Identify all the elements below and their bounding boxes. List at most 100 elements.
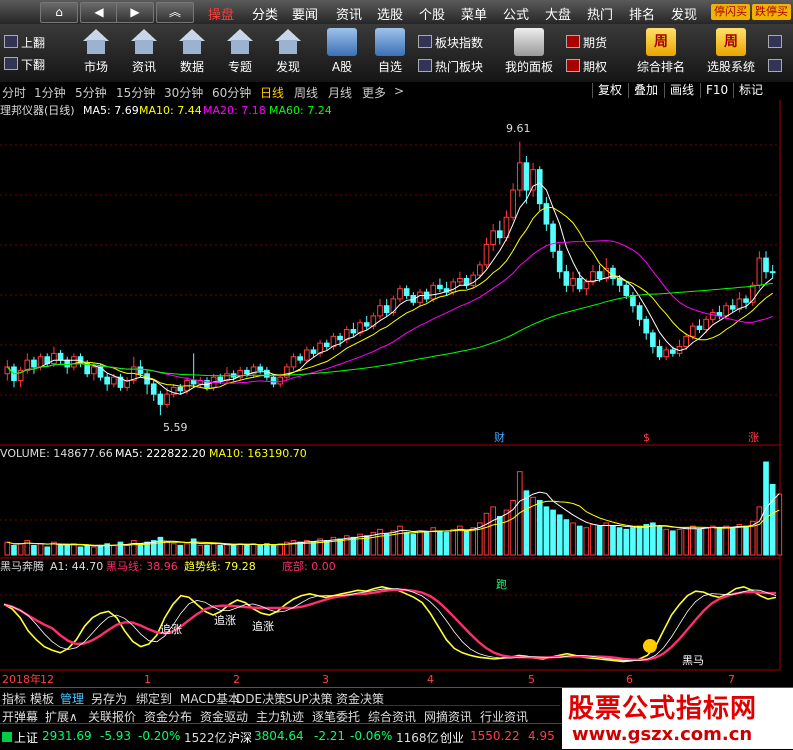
tool-discover[interactable]: 发现 bbox=[264, 26, 312, 80]
candle-body bbox=[110, 376, 117, 385]
board-icon bbox=[418, 35, 432, 48]
top-menubar: ⌂ ◀ ▶ ︽ 操盘 分类 要闻 资讯 选股 个股 菜单 公式 大盘 热门 排名… bbox=[0, 0, 793, 25]
volume-bar bbox=[723, 525, 729, 556]
hs-index-change: -2.21 bbox=[314, 729, 346, 743]
candle-body bbox=[363, 322, 370, 327]
hs-index-name[interactable]: 沪深 bbox=[228, 729, 252, 746]
volume-bar bbox=[157, 536, 164, 556]
sh-index-name[interactable]: 上证 bbox=[14, 729, 38, 746]
volume-bar bbox=[463, 530, 470, 556]
tab-biaoji[interactable]: 标记 bbox=[733, 83, 768, 98]
candle-body bbox=[403, 288, 410, 297]
period-30min[interactable]: 30分钟 bbox=[164, 84, 203, 101]
menu-paiming[interactable]: 排名 bbox=[629, 4, 655, 23]
menu-remen[interactable]: 热门 bbox=[587, 4, 613, 23]
volume-ma10-label: MA10: 163190.70 bbox=[209, 447, 307, 460]
volume-bar bbox=[570, 522, 576, 556]
futures-button[interactable]: 期货 bbox=[566, 34, 607, 52]
volume-bar bbox=[310, 541, 317, 556]
tab-f10[interactable]: F10 bbox=[700, 83, 733, 98]
back-button[interactable]: ◀ bbox=[80, 2, 118, 23]
home-button[interactable]: ⌂ bbox=[40, 2, 78, 23]
candle-body bbox=[417, 291, 423, 303]
period-more[interactable]: 更多 bbox=[362, 84, 386, 101]
limit-down-buy-button[interactable]: 跌停买 bbox=[752, 4, 791, 20]
forward-button[interactable]: ▶ bbox=[116, 2, 154, 23]
menu-zixun[interactable]: 资讯 bbox=[336, 4, 362, 23]
hot-board-button[interactable]: 热门板块 bbox=[418, 58, 483, 76]
volume-bar bbox=[716, 527, 723, 556]
tool-data[interactable]: 数据 bbox=[168, 26, 216, 80]
candle-body bbox=[51, 352, 57, 365]
tool-rank[interactable]: 周综合排名 bbox=[632, 26, 690, 80]
futures-icon bbox=[566, 35, 580, 48]
more-arrow-icon[interactable]: > bbox=[394, 84, 404, 98]
volume-bar bbox=[510, 499, 516, 556]
volume-bar bbox=[583, 527, 590, 556]
extra-button-2[interactable] bbox=[768, 58, 785, 76]
period-monthly[interactable]: 月线 bbox=[328, 84, 352, 101]
tab-diejia[interactable]: 叠加 bbox=[628, 83, 663, 98]
sh-index-amount: 1522亿 bbox=[184, 731, 227, 745]
status-dot-icon bbox=[2, 732, 12, 742]
period-15min[interactable]: 15分钟 bbox=[116, 84, 155, 101]
extra-button-1[interactable] bbox=[768, 34, 785, 52]
menu-caidan[interactable]: 菜单 bbox=[461, 4, 487, 23]
menu-gongshi[interactable]: 公式 bbox=[503, 4, 529, 23]
menu-xuangu[interactable]: 选股 bbox=[377, 4, 403, 23]
volume-bar bbox=[277, 543, 284, 556]
period-fenshi[interactable]: 分时 bbox=[2, 84, 26, 101]
menu-faxian[interactable]: 发现 bbox=[671, 4, 697, 23]
candle-body bbox=[769, 271, 776, 274]
volume-bar bbox=[683, 527, 689, 556]
sh-index-pct: -0.20% bbox=[138, 729, 181, 743]
kline-chart[interactable]: 理邦仪器(日线) MA5: 7.69 MA10: 7.44 MA20: 7.18… bbox=[0, 100, 793, 687]
period-1min[interactable]: 1分钟 bbox=[34, 84, 66, 101]
page-down-button[interactable]: 下翻 bbox=[4, 56, 45, 74]
period-60min[interactable]: 60分钟 bbox=[212, 84, 251, 101]
cy-index-name[interactable]: 创业 bbox=[440, 729, 464, 746]
board-index-button[interactable]: 板块指数 bbox=[418, 34, 483, 52]
tab-huaxian[interactable]: 画线 bbox=[664, 83, 699, 98]
dividend-marker[interactable]: $ bbox=[643, 431, 650, 444]
volume-bar bbox=[417, 530, 423, 556]
candle-body bbox=[683, 335, 689, 348]
tool-select-system[interactable]: 周选股系统 bbox=[700, 26, 762, 80]
volume-bar bbox=[117, 541, 124, 556]
page-up-button[interactable]: 上翻 bbox=[4, 34, 45, 52]
period-weekly[interactable]: 周线 bbox=[294, 84, 318, 101]
period-daily[interactable]: 日线 bbox=[260, 84, 284, 101]
limit-up-marker[interactable]: 涨 bbox=[748, 431, 759, 444]
volume-bar bbox=[4, 541, 11, 556]
tool-a-stock[interactable]: A股 bbox=[318, 26, 366, 80]
flash-buy-button[interactable]: 停闪买 bbox=[711, 4, 750, 20]
tool-market[interactable]: 市场 bbox=[72, 26, 120, 80]
menu-caopan[interactable]: 操盘 bbox=[208, 4, 234, 23]
collapse-button[interactable]: ︽ bbox=[156, 2, 194, 23]
candle-body bbox=[756, 257, 763, 286]
candle-body bbox=[164, 393, 170, 405]
candle-body bbox=[297, 356, 303, 361]
date-tick: 2018年 bbox=[2, 672, 41, 686]
tool-news[interactable]: 资讯 bbox=[120, 26, 168, 80]
volume-bar bbox=[576, 525, 583, 556]
volume-bar bbox=[217, 544, 224, 556]
menu-yaowen[interactable]: 要闻 bbox=[292, 4, 318, 23]
tool-my-panel[interactable]: 我的面板 bbox=[500, 26, 558, 80]
options-button[interactable]: 期权 bbox=[566, 58, 607, 76]
candle-body bbox=[244, 369, 250, 375]
candle-body bbox=[576, 278, 583, 290]
double-chevron-up-icon: ︽ bbox=[168, 5, 181, 19]
volume-bar bbox=[543, 506, 550, 556]
menu-fenlei[interactable]: 分类 bbox=[252, 4, 278, 23]
tool-self-select[interactable]: 自选 bbox=[366, 26, 414, 80]
menu-dapan[interactable]: 大盘 bbox=[545, 4, 571, 23]
period-5min[interactable]: 5分钟 bbox=[75, 84, 107, 101]
candle-body bbox=[563, 271, 570, 286]
menu-gegu[interactable]: 个股 bbox=[419, 4, 445, 23]
finance-marker[interactable]: 财 bbox=[494, 430, 505, 444]
tool-topic[interactable]: 专题 bbox=[216, 26, 264, 80]
tab-fuquan[interactable]: 复权 bbox=[592, 83, 627, 98]
volume-bar bbox=[84, 544, 91, 556]
candle-body bbox=[516, 162, 523, 191]
